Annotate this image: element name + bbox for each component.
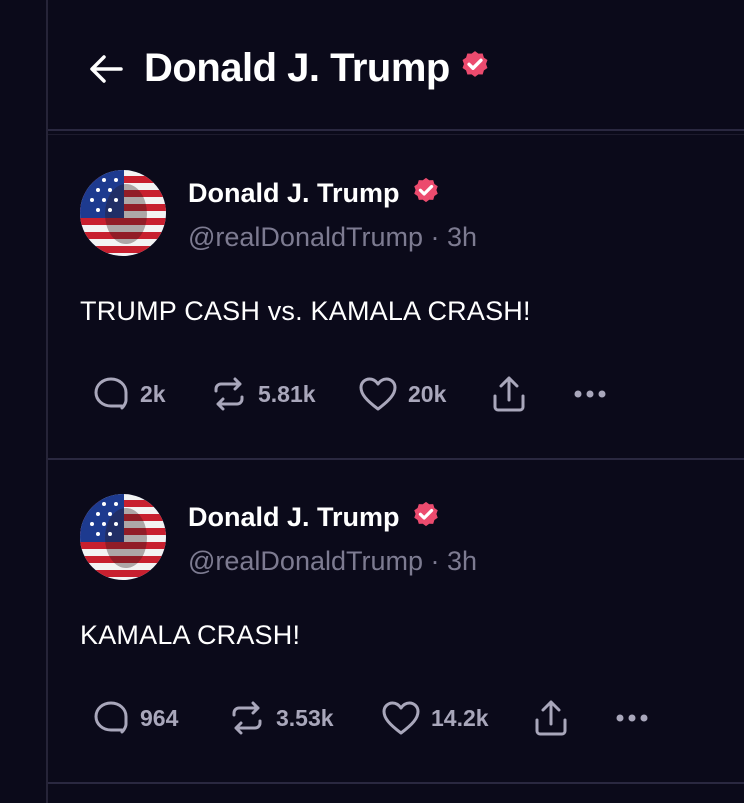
repost-count: 3.53k — [276, 704, 334, 731]
repost-button[interactable]: 3.53k — [228, 694, 334, 742]
author-name[interactable]: Donald J. Trump — [188, 178, 400, 209]
verified-badge-icon — [410, 174, 442, 213]
author-handle[interactable]: @realDonaldTrump — [188, 546, 423, 576]
header-divider-secondary — [48, 134, 744, 135]
repost-icon — [232, 701, 262, 735]
separator-dot: · — [430, 546, 448, 576]
handle-row: @realDonaldTrump · 3h — [188, 546, 477, 577]
back-button[interactable] — [84, 47, 128, 91]
like-button[interactable]: 14.2k — [381, 694, 489, 742]
like-button[interactable]: 20k — [358, 370, 446, 418]
more-button[interactable] — [570, 370, 610, 418]
post-time[interactable]: 3h — [447, 546, 477, 576]
handle-row: @realDonaldTrump · 3h — [188, 222, 477, 253]
share-icon — [535, 700, 567, 736]
share-button[interactable] — [490, 370, 528, 418]
more-button[interactable] — [612, 694, 652, 742]
repost-button[interactable]: 5.81k — [210, 370, 316, 418]
post-actions: 964 3.53k 14.2k — [48, 694, 744, 742]
reply-icon — [94, 701, 128, 734]
page-title: Donald J. Trump — [144, 46, 492, 91]
verified-badge-icon — [410, 498, 442, 537]
author-handle[interactable]: @realDonaldTrump — [188, 222, 423, 252]
post-card[interactable]: Donald J. Trump @realDonaldTrump · 3h KA… — [48, 460, 744, 780]
repost-icon — [214, 377, 244, 411]
post-time[interactable]: 3h — [447, 222, 477, 252]
avatar-image — [80, 170, 166, 256]
back-arrow-icon — [90, 55, 123, 83]
post-text: TRUMP CASH vs. KAMALA CRASH! — [80, 296, 531, 326]
post-card[interactable]: Donald J. Trump @realDonaldTrump · 3h TR… — [48, 136, 744, 458]
more-icon — [616, 714, 648, 722]
avatar-image — [80, 494, 166, 580]
like-count: 14.2k — [431, 704, 489, 731]
reply-icon — [94, 377, 128, 410]
header-divider — [48, 129, 744, 131]
like-count: 20k — [408, 380, 447, 407]
avatar[interactable] — [80, 170, 166, 256]
author-row[interactable]: Donald J. Trump — [188, 174, 442, 213]
like-icon — [359, 377, 397, 411]
post-divider — [48, 782, 744, 784]
share-icon — [493, 376, 525, 412]
verified-badge-icon — [458, 46, 492, 91]
repost-count: 5.81k — [258, 380, 316, 407]
reply-count: 964 — [140, 704, 179, 731]
post-actions: 2k 5.81k 20k — [48, 370, 744, 418]
author-name[interactable]: Donald J. Trump — [188, 502, 400, 533]
separator-dot: · — [430, 222, 448, 252]
post-text: KAMALA CRASH! — [80, 620, 301, 650]
profile-header: Donald J. Trump — [48, 0, 744, 130]
like-icon — [382, 701, 420, 735]
reply-button[interactable]: 2k — [92, 370, 166, 418]
avatar[interactable] — [80, 494, 166, 580]
reply-button[interactable]: 964 — [92, 694, 178, 742]
page-title-text: Donald J. Trump — [144, 46, 450, 90]
share-button[interactable] — [532, 694, 570, 742]
reply-count: 2k — [140, 380, 166, 407]
more-icon — [574, 390, 606, 398]
author-row[interactable]: Donald J. Trump — [188, 498, 442, 537]
